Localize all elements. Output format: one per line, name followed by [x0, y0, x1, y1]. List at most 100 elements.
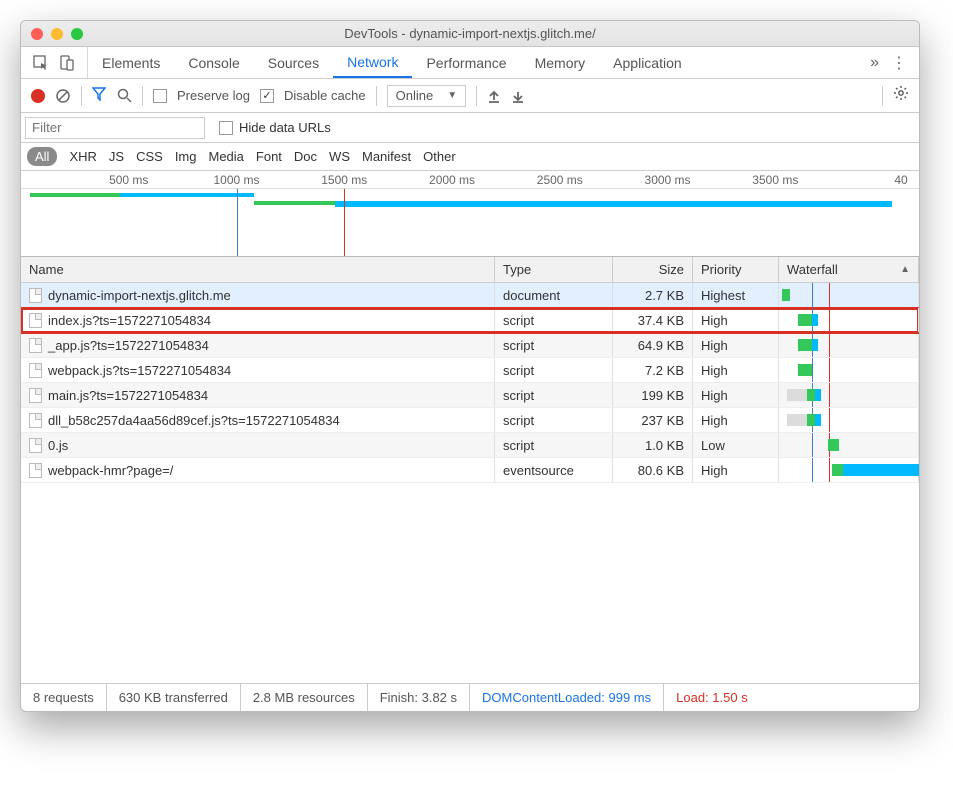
column-header-waterfall[interactable]: Waterfall ▲ — [779, 257, 919, 282]
cell-type: script — [495, 333, 613, 357]
preserve-log-checkbox[interactable] — [153, 89, 167, 103]
hide-data-urls-checkbox[interactable] — [219, 121, 233, 135]
tab-application[interactable]: Application — [599, 47, 696, 78]
type-filter-css[interactable]: CSS — [136, 149, 163, 164]
status-resources: 2.8 MB resources — [241, 684, 368, 711]
status-bar: 8 requests 630 KB transferred 2.8 MB res… — [21, 683, 919, 711]
type-filter-xhr[interactable]: XHR — [69, 149, 96, 164]
search-icon[interactable] — [116, 88, 132, 104]
hide-data-urls-label: Hide data URLs — [239, 120, 331, 135]
type-filter-font[interactable]: Font — [256, 149, 282, 164]
request-row[interactable]: main.js?ts=1572271054834script199 KBHigh — [21, 383, 919, 408]
network-toolbar: Preserve log Disable cache Online ▼ — [21, 79, 919, 113]
timeline-tick: 2000 ms — [429, 171, 475, 189]
column-header-priority[interactable]: Priority — [693, 257, 779, 282]
cell-priority: High — [693, 383, 779, 407]
device-toolbar-icon[interactable] — [59, 55, 75, 71]
kebab-menu-icon[interactable]: ⋮ — [891, 53, 907, 73]
cell-name: main.js?ts=1572271054834 — [21, 383, 495, 407]
file-icon — [29, 413, 42, 428]
waterfall-bar — [812, 314, 818, 326]
tab-network[interactable]: Network — [333, 47, 412, 78]
status-domcontentloaded: DOMContentLoaded: 999 ms — [470, 684, 664, 711]
cell-waterfall — [779, 333, 919, 357]
close-button[interactable] — [31, 28, 43, 40]
file-icon — [29, 338, 42, 353]
maximize-button[interactable] — [71, 28, 83, 40]
download-har-icon[interactable] — [511, 89, 525, 103]
waterfall-bar — [798, 314, 812, 326]
column-header-name[interactable]: Name — [21, 257, 495, 282]
waterfall-bar — [843, 464, 920, 476]
type-filter-other[interactable]: Other — [423, 149, 456, 164]
disable-cache-checkbox[interactable] — [260, 89, 274, 103]
cell-size: 80.6 KB — [613, 458, 693, 482]
type-filter-manifest[interactable]: Manifest — [362, 149, 411, 164]
type-filter-doc[interactable]: Doc — [294, 149, 317, 164]
cell-size: 237 KB — [613, 408, 693, 432]
tab-sources[interactable]: Sources — [254, 47, 333, 78]
file-icon — [29, 463, 42, 478]
waterfall-bar — [787, 414, 806, 426]
tab-performance[interactable]: Performance — [412, 47, 520, 78]
type-filter-img[interactable]: Img — [175, 149, 197, 164]
waterfall-bar — [832, 464, 843, 476]
sort-indicator-icon: ▲ — [900, 264, 910, 275]
cell-type: script — [495, 383, 613, 407]
status-load: Load: 1.50 s — [664, 684, 760, 711]
chevron-down-icon: ▼ — [447, 90, 457, 101]
type-filter-media[interactable]: Media — [208, 149, 243, 164]
cell-size: 7.2 KB — [613, 358, 693, 382]
minimize-button[interactable] — [51, 28, 63, 40]
tab-console[interactable]: Console — [174, 47, 253, 78]
waterfall-bar — [807, 414, 815, 426]
waterfall-bar — [812, 339, 818, 351]
type-filter-ws[interactable]: WS — [329, 149, 350, 164]
tab-memory[interactable]: Memory — [521, 47, 600, 78]
request-row[interactable]: _app.js?ts=1572271054834script64.9 KBHig… — [21, 333, 919, 358]
column-header-type[interactable]: Type — [495, 257, 613, 282]
window-titlebar: DevTools - dynamic-import-nextjs.glitch.… — [21, 21, 919, 47]
request-row[interactable]: index.js?ts=1572271054834script37.4 KBHi… — [21, 308, 919, 333]
cell-name: _app.js?ts=1572271054834 — [21, 333, 495, 357]
cell-type: script — [495, 408, 613, 432]
request-row[interactable]: dll_b58c257da4aa56d89cef.js?ts=157227105… — [21, 408, 919, 433]
clear-icon[interactable] — [55, 88, 71, 104]
filter-icon[interactable] — [92, 87, 106, 104]
request-row[interactable]: 0.jsscript1.0 KBLow — [21, 433, 919, 458]
tab-elements[interactable]: Elements — [88, 47, 174, 78]
type-filter-js[interactable]: JS — [109, 149, 124, 164]
cell-priority: High — [693, 458, 779, 482]
request-row[interactable]: dynamic-import-nextjs.glitch.medocument2… — [21, 283, 919, 308]
upload-har-icon[interactable] — [487, 89, 501, 103]
request-row[interactable]: webpack.js?ts=1572271054834script7.2 KBH… — [21, 358, 919, 383]
cell-waterfall — [779, 408, 919, 432]
waterfall-bar — [828, 439, 839, 451]
more-tabs-icon[interactable]: » — [870, 54, 879, 72]
cell-size: 2.7 KB — [613, 283, 693, 307]
window-controls — [31, 28, 83, 40]
type-filter-all[interactable]: All — [27, 147, 57, 166]
request-row[interactable]: webpack-hmr?page=/eventsource80.6 KBHigh — [21, 458, 919, 483]
timeline-overview[interactable]: 500 ms1000 ms1500 ms2000 ms2500 ms3000 m… — [21, 171, 919, 257]
inspect-element-icon[interactable] — [33, 55, 49, 71]
cell-name: 0.js — [21, 433, 495, 457]
status-transferred: 630 KB transferred — [107, 684, 241, 711]
column-header-size[interactable]: Size — [613, 257, 693, 282]
cell-priority: High — [693, 333, 779, 357]
record-button[interactable] — [31, 89, 45, 103]
timeline-tick: 500 ms — [109, 171, 148, 189]
throttling-dropdown[interactable]: Online ▼ — [387, 85, 466, 107]
requests-table-header: Name Type Size Priority Waterfall ▲ — [21, 257, 919, 283]
filter-input[interactable] — [25, 117, 205, 139]
waterfall-bar — [807, 389, 815, 401]
timeline-tick: 3500 ms — [752, 171, 798, 189]
panel-tabbar: ElementsConsoleSourcesNetworkPerformance… — [21, 47, 919, 79]
disable-cache-label: Disable cache — [284, 88, 366, 103]
settings-gear-icon[interactable] — [893, 85, 909, 106]
requests-table-body: dynamic-import-nextjs.glitch.medocument2… — [21, 283, 919, 683]
cell-type: script — [495, 358, 613, 382]
waterfall-bar — [815, 414, 821, 426]
cell-size: 199 KB — [613, 383, 693, 407]
devtools-window: DevTools - dynamic-import-nextjs.glitch.… — [20, 20, 920, 712]
